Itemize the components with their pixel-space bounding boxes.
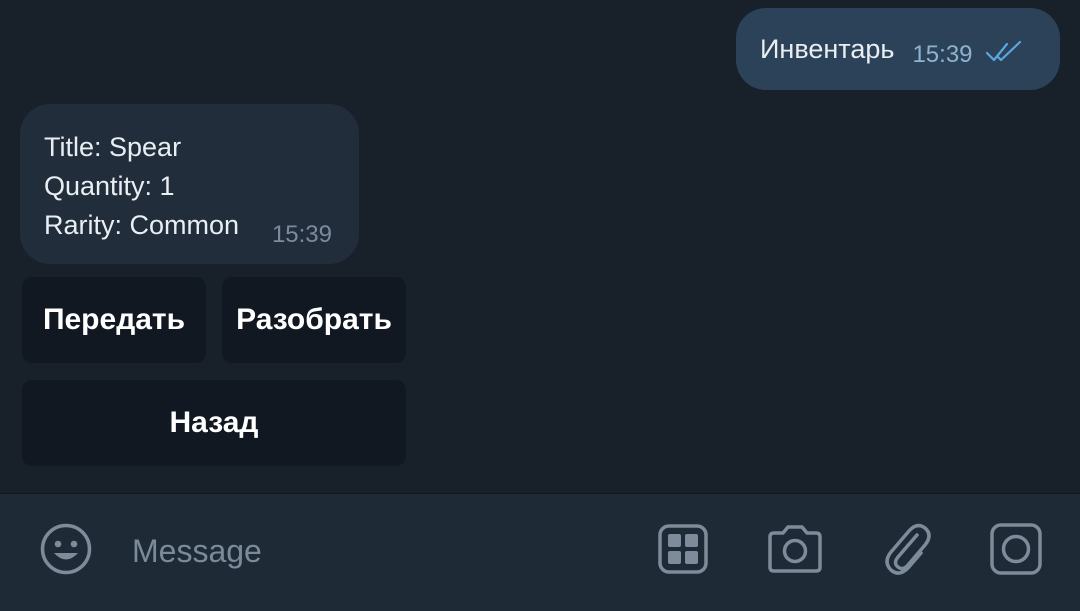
item-quantity-line: Quantity: 1 bbox=[44, 171, 175, 201]
message-text: Инвентарь bbox=[760, 33, 895, 64]
item-title-line: Title: Spear bbox=[44, 132, 182, 162]
camera-icon[interactable] bbox=[765, 519, 825, 579]
back-button[interactable]: Назад bbox=[22, 380, 406, 466]
paperclip-icon[interactable] bbox=[877, 519, 937, 579]
outgoing-message[interactable]: Инвентарь 15:39 bbox=[736, 8, 1060, 90]
video-message-icon[interactable] bbox=[986, 519, 1046, 579]
double-check-icon bbox=[985, 40, 1023, 69]
message-input[interactable] bbox=[130, 524, 614, 578]
emoji-icon[interactable] bbox=[36, 519, 96, 579]
message-time: 15:39 bbox=[271, 221, 332, 248]
incoming-message[interactable]: Title: Spear Quantity: 1 Rarity: Common … bbox=[20, 104, 359, 264]
bot-commands-icon[interactable] bbox=[653, 519, 713, 579]
chat-area: Инвентарь 15:39 Title: Spear Quantity: 1… bbox=[0, 0, 1080, 493]
disassemble-button[interactable]: Разобрать bbox=[222, 277, 406, 363]
message-time: 15:39 bbox=[912, 41, 973, 68]
message-composer bbox=[0, 493, 1080, 611]
transfer-button[interactable]: Передать bbox=[22, 277, 206, 363]
